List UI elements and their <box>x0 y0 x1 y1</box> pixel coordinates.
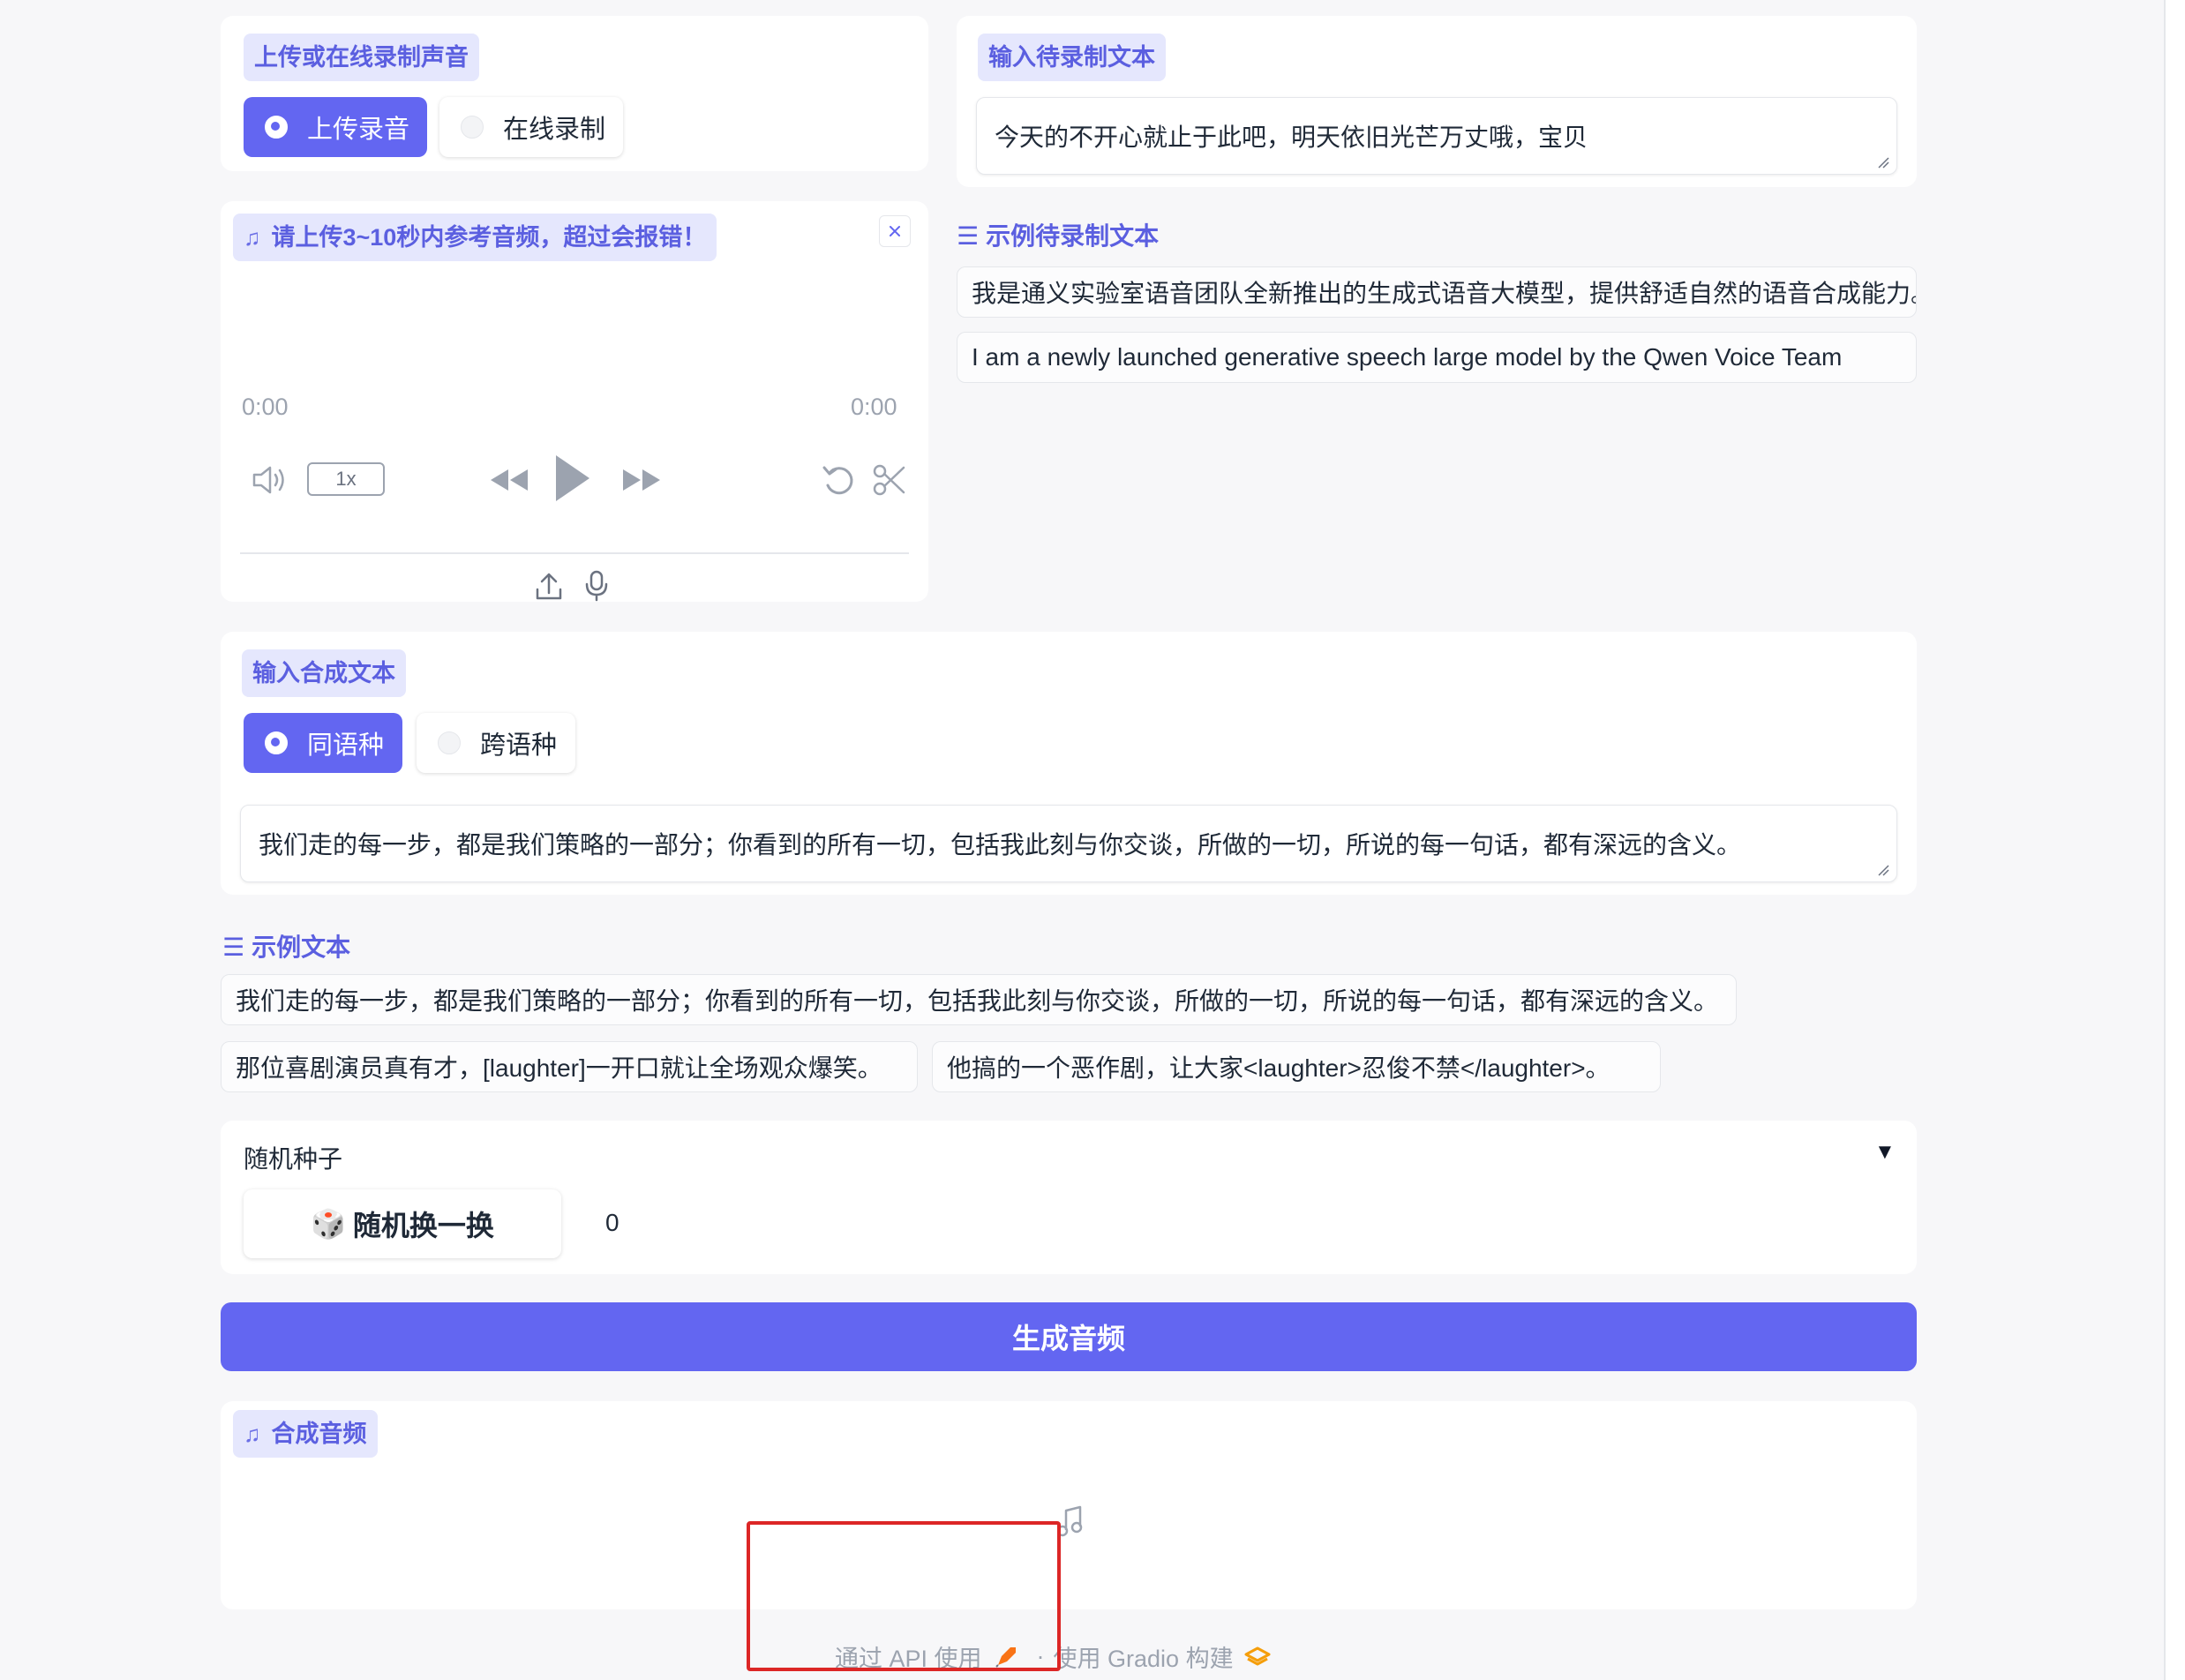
playback-speed-button[interactable]: 1x <box>307 462 385 496</box>
list-icon: ☰ <box>222 934 245 961</box>
collapse-toggle-icon[interactable]: ▼ <box>1874 1140 1896 1165</box>
music-note-placeholder-icon <box>1057 1505 1083 1537</box>
tts-text-input[interactable]: 我们走的每一步，都是我们策略的一部分；你看到的所有一切，包括我此刻与你交谈，所做… <box>240 805 1897 882</box>
generate-audio-button[interactable]: 生成音频 <box>221 1302 1917 1371</box>
volume-icon[interactable] <box>251 462 289 498</box>
prompt-example-text: I am a newly launched generative speech … <box>972 343 1843 371</box>
prompt-text-value: 今天的不开心就止于此吧，明天依旧光芒万丈哦，宝贝 <box>995 124 1588 151</box>
seed-panel: 随机种子 ▼ 🎲 随机换一换 0 <box>221 1121 1917 1274</box>
prompt-examples-label: ☰ 示例待录制文本 <box>957 217 1159 252</box>
audio-source-panel: 上传或在线录制声音 上传录音 在线录制 <box>221 16 928 171</box>
fast-forward-icon[interactable] <box>621 464 664 496</box>
example-text: 那位喜剧演员真有才，[laughter]一开口就让全场观众爆笑。 <box>236 1054 882 1082</box>
trim-scissors-icon[interactable] <box>872 462 907 498</box>
prompt-text-label: 输入待录制文本 <box>978 34 1166 81</box>
radio-record[interactable]: 在线录制 <box>439 97 623 157</box>
radio-upload-label: 上传录音 <box>307 116 410 144</box>
random-seed-button[interactable]: 🎲 随机换一换 <box>244 1189 561 1258</box>
random-seed-button-label: 随机换一换 <box>352 1210 494 1241</box>
microphone-icon[interactable] <box>584 570 609 602</box>
rewind-icon[interactable] <box>487 464 529 496</box>
output-audio-panel: ♫ 合成音频 <box>221 1401 1917 1609</box>
seed-value[interactable]: 0 <box>605 1209 619 1237</box>
dice-icon: 🎲 <box>311 1208 346 1240</box>
tts-text-label: 输入合成文本 <box>242 649 406 697</box>
playback-speed-label: 1x <box>335 468 357 490</box>
example-chip[interactable]: 我们走的每一步，都是我们策略的一部分；你看到的所有一切，包括我此刻与你交谈，所做… <box>221 974 1737 1025</box>
prompt-example-chip[interactable]: I am a newly launched generative speech … <box>957 332 1917 383</box>
gradio-logo-icon <box>1244 1646 1271 1665</box>
audio-source-label: 上传或在线录制声音 <box>244 34 479 81</box>
audio-divider <box>240 552 909 554</box>
upload-icon[interactable] <box>535 572 563 602</box>
prompt-examples-label-text: 示例待录制文本 <box>986 222 1160 250</box>
prompt-text-panel: 输入待录制文本 今天的不开心就止于此吧，明天依旧光芒万丈哦，宝贝 <box>957 16 1917 187</box>
highlight-box <box>747 1521 1061 1671</box>
output-audio-label-text: 合成音频 <box>271 1421 367 1447</box>
radio-dot-selected <box>265 116 288 139</box>
examples-label-text: 示例文本 <box>252 934 351 961</box>
tts-text-panel: 输入合成文本 同语种 跨语种 我们走的每一步，都是我们策略的一部分；你看到的所有… <box>221 632 1917 895</box>
seed-label: 随机种子 <box>244 1145 343 1173</box>
example-text: 我们走的每一步，都是我们策略的一部分；你看到的所有一切，包括我此刻与你交谈，所做… <box>236 987 1719 1015</box>
prompt-example-text: 我是通义实验室语音团队全新推出的生成式语音大模型，提供舒适自然的语音合成能力。 <box>972 280 1917 307</box>
example-chip[interactable]: 那位喜剧演员真有才，[laughter]一开口就让全场观众爆笑。 <box>221 1041 918 1092</box>
music-note-icon: ♫ <box>244 224 261 251</box>
music-note-icon: ♫ <box>244 1421 261 1447</box>
reference-audio-label: ♫ 请上传3~10秒内参考音频，超过会报错！ <box>233 214 717 261</box>
reference-audio-label-text: 请上传3~10秒内参考音频，超过会报错！ <box>271 224 707 251</box>
example-chip[interactable]: 他搞的一个恶作剧，让大家<laughter>忍俊不禁</laughter>。 <box>932 1041 1661 1092</box>
resize-grip-icon[interactable] <box>1877 156 1889 169</box>
generate-audio-button-label: 生成音频 <box>1011 1323 1125 1354</box>
resize-grip-icon[interactable] <box>1877 864 1889 876</box>
radio-record-label: 在线录制 <box>503 116 606 144</box>
radio-dot-selected <box>265 731 288 754</box>
list-icon: ☰ <box>957 222 980 250</box>
examples-label: ☰ 示例文本 <box>222 928 350 964</box>
radio-upload[interactable]: 上传录音 <box>244 97 427 157</box>
undo-icon[interactable] <box>821 462 856 498</box>
tts-text-value: 我们走的每一步，都是我们策略的一部分；你看到的所有一切，包括我此刻与你交谈，所做… <box>259 831 1742 859</box>
time-current: 0:00 <box>242 394 289 420</box>
example-text: 他搞的一个恶作剧，让大家<laughter>忍俊不禁</laughter>。 <box>947 1054 1611 1082</box>
radio-cross-language-label: 跨语种 <box>480 731 558 760</box>
gradio-link[interactable]: 使用 Gradio 构建 <box>1054 1639 1234 1674</box>
radio-dot <box>438 731 461 754</box>
time-total: 0:00 <box>851 394 897 420</box>
clear-audio-button[interactable] <box>879 215 911 247</box>
play-icon[interactable] <box>552 454 591 503</box>
radio-same-language[interactable]: 同语种 <box>244 713 402 773</box>
side-panel-edge <box>2164 0 2185 1680</box>
output-audio-label: ♫ 合成音频 <box>233 1410 378 1458</box>
reference-audio-panel: ♫ 请上传3~10秒内参考音频，超过会报错！ 0:00 0:00 1x <box>221 201 928 602</box>
prompt-text-input[interactable]: 今天的不开心就止于此吧，明天依旧光芒万丈哦，宝贝 <box>976 97 1897 175</box>
radio-same-language-label: 同语种 <box>307 731 385 760</box>
close-icon <box>890 226 900 236</box>
radio-dot <box>461 116 484 139</box>
radio-cross-language[interactable]: 跨语种 <box>417 713 575 773</box>
prompt-example-chip[interactable]: 我是通义实验室语音团队全新推出的生成式语音大模型，提供舒适自然的语音合成能力。 <box>957 266 1917 318</box>
